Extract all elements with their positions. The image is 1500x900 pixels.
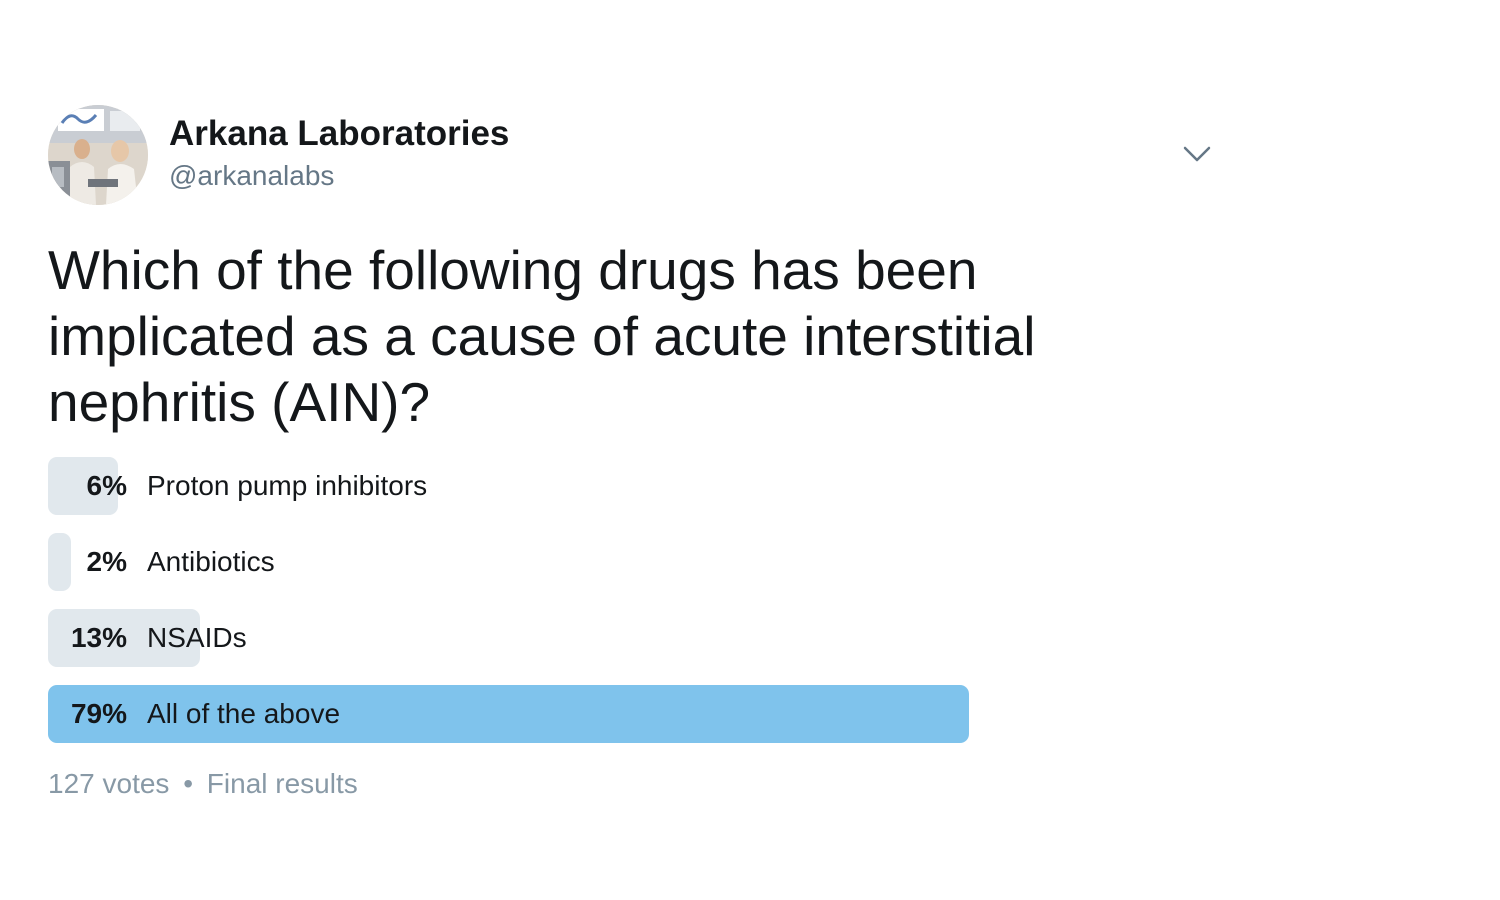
- avatar[interactable]: [48, 105, 148, 205]
- vote-count: 127 votes: [48, 768, 170, 799]
- poll-percent: 6%: [86, 470, 127, 501]
- separator-dot: •: [183, 768, 194, 799]
- poll-option-label: All of the above: [147, 698, 341, 729]
- poll-percent: 13%: [70, 622, 127, 653]
- poll: 6% Proton pump inhibitors 2% Antibiotics…: [48, 457, 970, 743]
- poll-option-label: Proton pump inhibitors: [147, 470, 428, 501]
- author-display-name[interactable]: Arkana Laboratories: [169, 113, 509, 155]
- poll-option: 13% NSAIDs: [48, 609, 969, 667]
- author-handle[interactable]: @arkanalabs: [169, 159, 509, 193]
- poll-option-label: Antibiotics: [147, 546, 275, 577]
- poll-footer: 127 votes • Final results: [48, 767, 1218, 801]
- poll-percent: 79%: [70, 698, 127, 729]
- tweet-text: Which of the following drugs has been im…: [48, 239, 1036, 433]
- poll-option: 6% Proton pump inhibitors: [48, 457, 969, 515]
- tweet-card: Arkana Laboratories @arkanalabs Which of…: [48, 105, 1218, 801]
- poll-option: 79% All of the above: [48, 685, 970, 743]
- tweet-header: Arkana Laboratories @arkanalabs: [48, 105, 1218, 209]
- poll-status: Final results: [206, 768, 358, 799]
- poll-percent: 2%: [86, 546, 127, 577]
- chevron-down-icon[interactable]: [1182, 143, 1212, 165]
- author-names: Arkana Laboratories @arkanalabs: [169, 113, 509, 193]
- lab-photo-avatar-icon: [48, 105, 148, 205]
- poll-option: 2% Antibiotics: [48, 533, 969, 591]
- poll-option-label: NSAIDs: [147, 622, 247, 653]
